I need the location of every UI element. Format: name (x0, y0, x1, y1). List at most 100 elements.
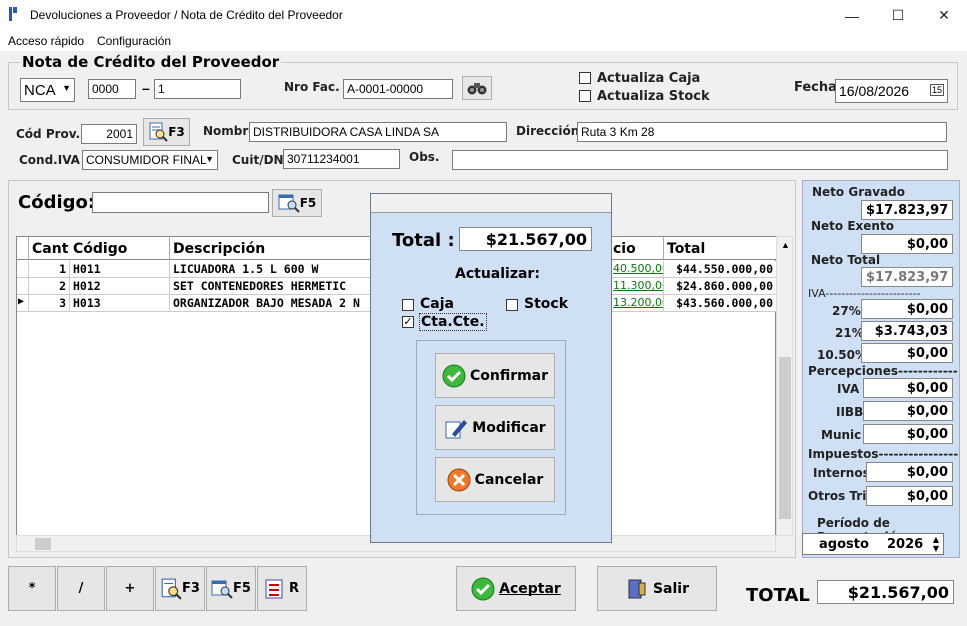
cuit-input[interactable]: 30711234001 (283, 149, 400, 169)
check-circle-icon (471, 577, 495, 600)
cell-cant: 3 (29, 295, 70, 312)
col-precio[interactable]: cio (610, 237, 664, 260)
col-codigo[interactable]: Código (70, 237, 170, 260)
iva27-value[interactable]: $0,00 (861, 299, 953, 319)
close-button[interactable]: ✕ (921, 0, 967, 31)
r-toolbar-button[interactable]: R (257, 566, 307, 611)
multiply-button[interactable]: * (8, 566, 56, 611)
nombre-input[interactable]: DISTRIBUIDORA CASA LINDA SA (249, 122, 507, 142)
spin-icon[interactable]: ▲ ▼ (933, 535, 939, 553)
stock-checkbox[interactable] (506, 299, 518, 311)
add-button[interactable]: + (106, 566, 154, 611)
numero-input[interactable]: 1 (154, 79, 241, 99)
neto-gravado-label: Neto Gravado (812, 185, 905, 199)
divide-button[interactable]: / (57, 566, 105, 611)
p-iibb-label: IIBB (836, 405, 864, 419)
internos-value[interactable]: $0,00 (866, 462, 953, 482)
p-iva-label: IVA (837, 382, 860, 396)
stock-label: Stock (524, 296, 569, 312)
minimize-button[interactable]: — (829, 0, 875, 31)
pencil-edit-icon (445, 419, 468, 438)
f5-label: F5 (233, 581, 251, 596)
chevron-down-icon: ▼ (205, 154, 214, 164)
menu-configuracion[interactable]: Configuración (97, 34, 171, 48)
confirmar-button[interactable]: Confirmar (435, 353, 555, 398)
iva21-value[interactable]: $3.743,03 (861, 321, 953, 341)
cancel-circle-icon (447, 468, 471, 491)
aceptar-button[interactable]: Aceptar (456, 566, 576, 611)
codigo-label: Código: (18, 192, 96, 213)
cuit-label: Cuit/DNI (232, 153, 289, 167)
cell-total: $24.860.000,00 (664, 278, 777, 295)
binoculars-button[interactable] (462, 76, 492, 100)
vertical-scrollbar[interactable]: ▲ (776, 236, 793, 536)
neto-total-label: Neto Total (811, 253, 881, 267)
f5-toolbar-button[interactable]: F5 (206, 566, 256, 611)
iva21-label: 21% (835, 326, 864, 340)
modificar-button[interactable]: Modificar (435, 405, 555, 450)
iva27-label: 27% (832, 304, 861, 318)
dash-separator: – (142, 80, 150, 96)
dialog-total-value: $21.567,00 (459, 227, 592, 251)
row-selector[interactable] (17, 261, 29, 278)
hscroll-thumb[interactable] (35, 538, 51, 550)
confirm-dialog: Total : $21.567,00 Actualizar: Caja Stoc… (370, 193, 612, 543)
actualiza-stock-checkbox[interactable] (579, 90, 591, 102)
pto-vta-input[interactable]: 0000 (88, 79, 136, 99)
actualizar-label: Actualizar: (455, 266, 540, 282)
search-product-f5-button[interactable]: F5 (272, 189, 322, 217)
otros-trib-value[interactable]: $0,00 (866, 486, 953, 506)
maximize-button[interactable]: ☐ (875, 0, 921, 31)
neto-total-value: $17.823,97 (861, 267, 953, 287)
calendar-icon[interactable]: 15 (929, 84, 944, 96)
row-pointer-icon[interactable]: ▶ (17, 295, 29, 312)
caja-checkbox[interactable] (402, 299, 414, 311)
otros-trib-label: Otros Trib (808, 489, 875, 503)
grid-corner (17, 237, 29, 260)
ctacte-checkbox[interactable]: ✓ (402, 316, 414, 328)
f3-toolbar-button[interactable]: F3 (155, 566, 205, 611)
codigo-input[interactable] (92, 192, 269, 213)
app-icon (9, 7, 17, 21)
cod-prov-input[interactable]: 2001 (81, 124, 137, 144)
obs-input[interactable] (452, 150, 948, 170)
periodo-picker[interactable]: agosto 2026 ▲ ▼ (802, 533, 944, 555)
modificar-label: Modificar (472, 419, 546, 436)
search-provider-f3-button[interactable]: F3 (143, 118, 190, 146)
cell-precio: 13.200,00 (610, 295, 664, 312)
p-iva-value[interactable]: $0,00 (863, 378, 953, 398)
iva105-label: 10.50% (817, 348, 867, 362)
aceptar-label: Aceptar (499, 580, 561, 597)
actualiza-stock-label: Actualiza Stock (597, 89, 710, 104)
scrollbar-thumb[interactable] (779, 357, 791, 519)
p-iibb-value[interactable]: $0,00 (863, 401, 953, 421)
f3-label: F3 (168, 125, 185, 139)
cancelar-button[interactable]: Cancelar (435, 457, 555, 502)
check-circle-icon (442, 364, 466, 387)
search-list-icon (211, 580, 233, 599)
neto-exento-label: Neto Exento (811, 219, 894, 233)
cond-iva-select[interactable]: CONSUMIDOR FINAL ▼ (82, 150, 218, 170)
obs-label: Obs. (409, 150, 440, 164)
p-munic-value[interactable]: $0,00 (863, 424, 953, 444)
col-total[interactable]: Total (664, 237, 777, 260)
iva105-value[interactable]: $0,00 (861, 343, 953, 363)
nro-fac-input[interactable]: A-0001-00000 (343, 79, 453, 99)
scroll-up-icon[interactable]: ▲ (781, 240, 790, 250)
salir-button[interactable]: Salir (597, 566, 717, 611)
direccion-input[interactable]: Ruta 3 Km 28 (577, 122, 947, 142)
ctacte-label: Cta.Cte. (419, 313, 487, 331)
fecha-input[interactable]: 16/08/2026 15 (835, 79, 948, 103)
periodo-anio: 2026 (887, 537, 924, 552)
actualiza-caja-checkbox[interactable] (579, 72, 591, 84)
total-value: $21.567,00 (817, 580, 954, 604)
row-selector[interactable] (17, 278, 29, 295)
tipo-select[interactable]: NCA ▼ (20, 78, 75, 102)
neto-exento-value[interactable]: $0,00 (861, 234, 953, 254)
f3-label: F3 (182, 581, 200, 596)
cell-cant: 1 (29, 261, 70, 278)
periodo-mes: agosto (819, 537, 869, 552)
menu-acceso-rapido[interactable]: Acceso rápido (8, 34, 84, 48)
caja-label: Caja (420, 296, 454, 312)
nro-fac-label: Nro Fac. (284, 80, 340, 94)
